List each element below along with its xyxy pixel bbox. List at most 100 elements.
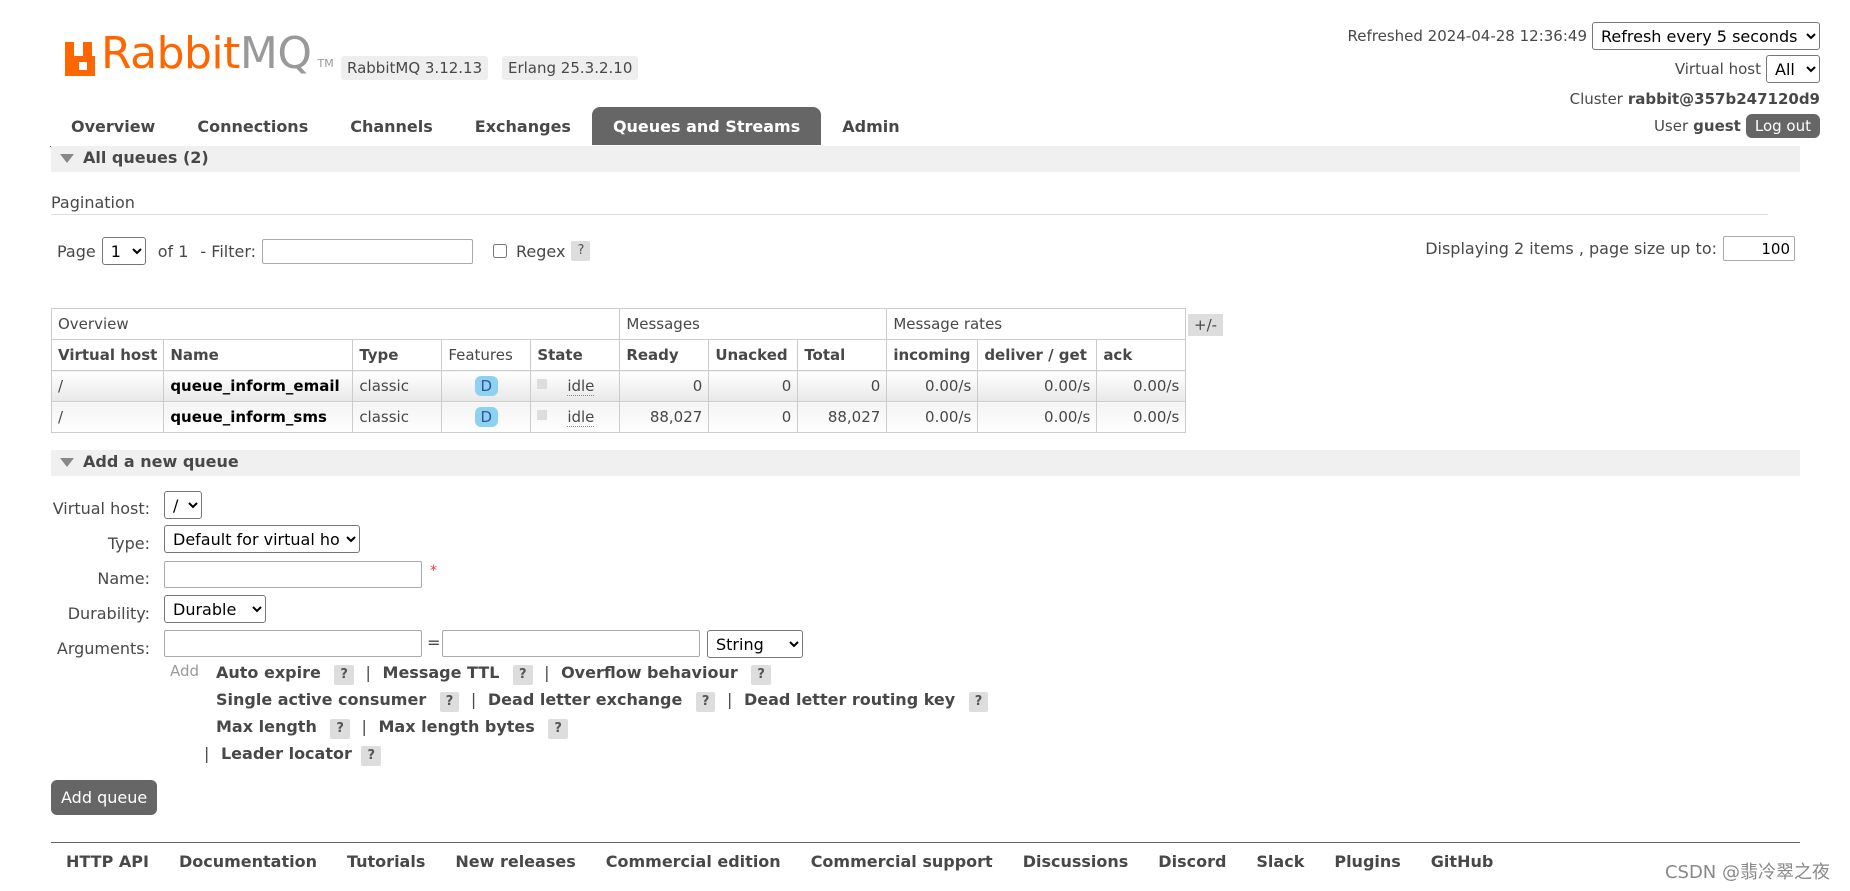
arguments-field-label: Arguments: bbox=[56, 639, 150, 658]
help-icon[interactable]: ? bbox=[512, 665, 533, 685]
footer-link-discussions[interactable]: Discussions bbox=[1023, 852, 1129, 871]
col-virtual-host[interactable]: Virtual host bbox=[50, 339, 165, 371]
tab-queues-and-streams[interactable]: Queues and Streams bbox=[591, 107, 822, 145]
separator: | bbox=[470, 690, 477, 709]
state-square-icon bbox=[537, 379, 548, 389]
status-panel: Refreshed 2024-04-28 12:36:49 Refresh ev… bbox=[1348, 20, 1820, 140]
refresh-interval-select[interactable]: Refresh every 5 seconds bbox=[1592, 22, 1820, 50]
footer-link-commercial-support[interactable]: Commercial support bbox=[811, 852, 993, 871]
page-size-input[interactable] bbox=[1723, 236, 1795, 261]
footer-link-http-api[interactable]: HTTP API bbox=[66, 852, 149, 871]
arg-leader-locator[interactable]: Leader locator bbox=[221, 744, 352, 763]
all-queues-section-header[interactable]: All queues (2) bbox=[51, 146, 1800, 172]
user-label: User bbox=[1653, 117, 1689, 135]
queue-type-select[interactable]: Default for virtual host bbox=[164, 525, 360, 553]
argument-key-input[interactable] bbox=[164, 630, 422, 657]
tab-admin[interactable]: Admin bbox=[821, 107, 920, 145]
filter-input[interactable] bbox=[262, 238, 474, 264]
add-queue-section-header[interactable]: Add a new queue bbox=[51, 450, 1800, 476]
argument-value-input[interactable] bbox=[442, 630, 700, 657]
help-icon[interactable]: ? bbox=[695, 692, 716, 712]
cell-vhost: / bbox=[50, 401, 165, 433]
logout-button[interactable]: Log out bbox=[1745, 114, 1820, 138]
col-total[interactable]: Total bbox=[797, 339, 888, 371]
state-label: idle bbox=[567, 377, 595, 396]
argument-shortcuts-row-3: Max length ? | Max length bytes ? bbox=[216, 717, 568, 739]
watermark: CSDN @翡冷翠之夜 bbox=[1664, 862, 1830, 883]
cell-unacked: 0 bbox=[708, 370, 799, 402]
footer-link-plugins[interactable]: Plugins bbox=[1334, 852, 1400, 871]
help-icon[interactable]: ? bbox=[751, 665, 771, 685]
col-incoming[interactable]: incoming bbox=[886, 339, 979, 371]
footer-divider bbox=[51, 842, 1800, 843]
page-of-total: of 1 bbox=[157, 241, 189, 261]
queue-name-link[interactable]: queue_inform_sms bbox=[163, 401, 354, 433]
cell-ack: 0.00/s bbox=[1096, 401, 1187, 433]
footer-link-slack[interactable]: Slack bbox=[1256, 852, 1304, 871]
help-icon[interactable]: ? bbox=[361, 746, 381, 766]
footer-link-new-releases[interactable]: New releases bbox=[455, 852, 575, 871]
col-type[interactable]: Type bbox=[352, 339, 443, 371]
column-toggle-button[interactable]: +/- bbox=[1188, 314, 1224, 336]
argument-type-select[interactable]: String bbox=[707, 630, 803, 658]
cell-incoming: 0.00/s bbox=[886, 401, 979, 433]
col-name[interactable]: Name bbox=[163, 339, 354, 371]
queue-name-input[interactable] bbox=[164, 561, 422, 588]
group-message-rates: Message rates bbox=[886, 308, 1187, 340]
displaying-text: Displaying 2 items , page size up to: bbox=[1425, 239, 1717, 258]
page-select[interactable]: 1 bbox=[101, 237, 146, 265]
help-icon[interactable]: ? bbox=[439, 692, 460, 712]
tab-overview[interactable]: Overview bbox=[50, 107, 176, 145]
arg-max-length-bytes[interactable]: Max length bytes bbox=[379, 717, 535, 736]
arg-max-length[interactable]: Max length bbox=[216, 717, 317, 736]
rabbitmq-logo[interactable]: Rabbit MQ TM bbox=[65, 30, 334, 76]
tab-connections[interactable]: Connections bbox=[176, 107, 329, 145]
cell-deliver-get: 0.00/s bbox=[977, 401, 1098, 433]
vhost-select[interactable]: All bbox=[1766, 55, 1820, 83]
arg-single-active-consumer[interactable]: Single active consumer bbox=[216, 690, 426, 709]
col-deliver-get[interactable]: deliver / get bbox=[977, 339, 1098, 371]
tab-exchanges[interactable]: Exchanges bbox=[454, 107, 592, 145]
col-ready[interactable]: Ready bbox=[619, 339, 710, 371]
arg-message-ttl[interactable]: Message TTL bbox=[383, 663, 500, 682]
queue-vhost-select[interactable]: / bbox=[164, 491, 202, 519]
help-icon[interactable]: ? bbox=[330, 719, 350, 739]
footer-link-github[interactable]: GitHub bbox=[1431, 852, 1494, 871]
regex-help-icon[interactable]: ? bbox=[571, 241, 591, 261]
help-icon[interactable]: ? bbox=[968, 692, 989, 712]
table-row[interactable]: / queue_inform_sms classic D idle 88,027… bbox=[50, 401, 1187, 433]
all-queues-title: All queues (2) bbox=[83, 148, 209, 167]
arg-dead-letter-routing-key[interactable]: Dead letter routing key bbox=[744, 690, 955, 709]
add-queue-button[interactable]: Add queue bbox=[51, 780, 158, 815]
main-nav-tabs: Overview Connections Channels Exchanges … bbox=[50, 107, 921, 145]
col-ack[interactable]: ack bbox=[1096, 339, 1187, 371]
arg-overflow-behaviour[interactable]: Overflow behaviour bbox=[561, 663, 738, 682]
footer-link-commercial-edition[interactable]: Commercial edition bbox=[606, 852, 781, 871]
arg-auto-expire[interactable]: Auto expire bbox=[216, 663, 321, 682]
regex-checkbox[interactable] bbox=[493, 244, 508, 258]
footer-link-tutorials[interactable]: Tutorials bbox=[347, 852, 425, 871]
footer-link-documentation[interactable]: Documentation bbox=[179, 852, 317, 871]
help-icon[interactable]: ? bbox=[334, 665, 354, 685]
table-row[interactable]: / queue_inform_email classic D idle 0 0 … bbox=[50, 370, 1187, 402]
help-icon[interactable]: ? bbox=[548, 719, 568, 739]
durability-select[interactable]: Durable bbox=[164, 595, 266, 623]
equals-sign: = bbox=[427, 633, 441, 652]
argument-shortcuts-row-1: Auto expire ? | Message TTL ? | Overflow… bbox=[216, 663, 771, 685]
tab-channels[interactable]: Channels bbox=[329, 107, 454, 145]
col-state[interactable]: State bbox=[530, 339, 621, 371]
cell-total: 88,027 bbox=[797, 401, 888, 433]
vhost-label: Virtual host bbox=[1674, 60, 1761, 78]
state-square-icon bbox=[537, 410, 548, 420]
user-name: guest bbox=[1693, 117, 1741, 135]
footer-link-discord[interactable]: Discord bbox=[1158, 852, 1226, 871]
group-overview: Overview bbox=[50, 308, 621, 340]
cluster-label: Cluster bbox=[1569, 90, 1623, 108]
rabbit-logo-icon bbox=[65, 42, 95, 76]
queue-name-link[interactable]: queue_inform_email bbox=[163, 370, 354, 402]
col-unacked[interactable]: Unacked bbox=[708, 339, 799, 371]
cell-unacked: 0 bbox=[708, 401, 799, 433]
arg-dead-letter-exchange[interactable]: Dead letter exchange bbox=[488, 690, 682, 709]
separator: | bbox=[544, 663, 550, 682]
separator: | bbox=[365, 663, 371, 682]
